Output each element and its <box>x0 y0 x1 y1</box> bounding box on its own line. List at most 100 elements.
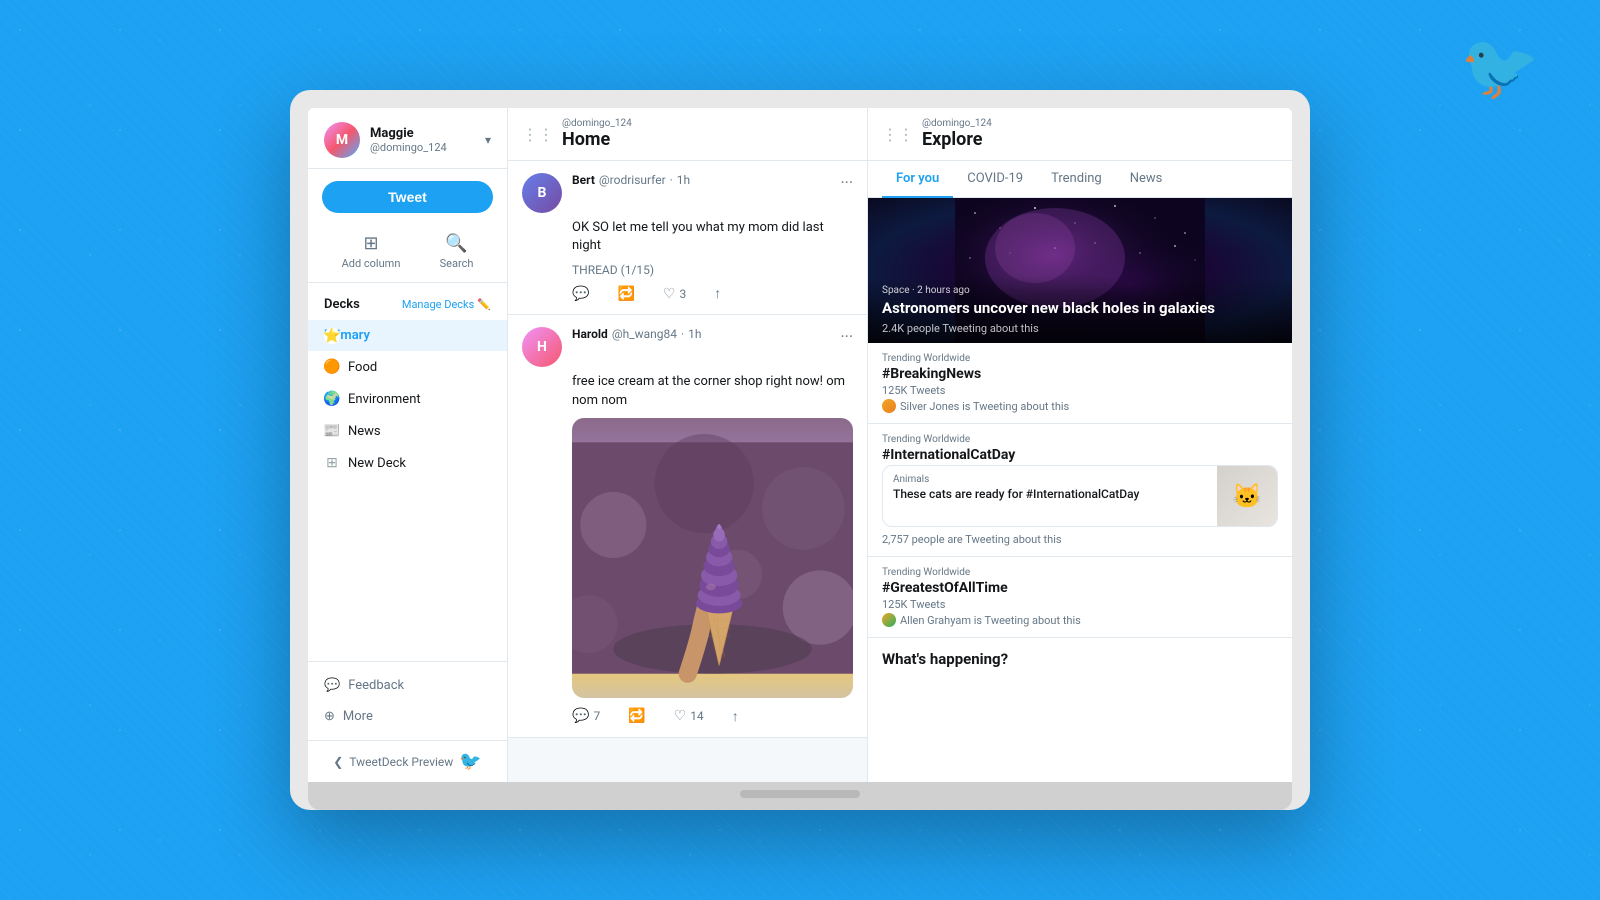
tweet-actions: 💬 🔁 ♡ 3 ↑ <box>522 285 853 302</box>
tab-news[interactable]: News <box>1116 161 1177 198</box>
tweet-author-line: Harold @h_wang84 · 1h <box>572 327 830 341</box>
trending-tag: #GreatestOfAllTime <box>882 580 1278 596</box>
deck-environment-label: Environment <box>348 392 421 407</box>
explore-hero[interactable]: Space · 2 hours ago Astronomers uncover … <box>868 198 1292 343</box>
like-count: 3 <box>679 287 686 301</box>
hero-title: Astronomers uncover new black holes in g… <box>882 299 1278 319</box>
tweet-header: H Harold @h_wang84 · 1h ··· <box>522 327 853 367</box>
cat-card: Animals These cats are ready for #Intern… <box>882 465 1278 527</box>
tweet-avatar-bert: B <box>522 173 562 213</box>
attr-avatar <box>882 399 896 413</box>
deck-food[interactable]: 🟠 Food <box>308 351 507 383</box>
deck-news-label: News <box>348 424 381 439</box>
feedback-label: Feedback <box>348 678 404 693</box>
trending-label: Trending Worldwide <box>882 567 1278 578</box>
decks-title: Decks <box>324 297 360 312</box>
retweet-action[interactable]: 🔁 <box>617 286 634 302</box>
tweet-time: · <box>670 173 673 187</box>
deck-environment[interactable]: 🌍 Environment <box>308 383 507 415</box>
explore-tabs: For you COVID-19 Trending News <box>868 161 1292 198</box>
reply-icon: 💬 <box>572 286 589 302</box>
preview-label: TweetDeck Preview <box>349 755 453 769</box>
explore-body: Space · 2 hours ago Astronomers uncover … <box>868 198 1292 782</box>
tab-covid[interactable]: COVID-19 <box>953 161 1037 198</box>
sidebar-footer: 💬 Feedback ⊕ More <box>308 661 507 740</box>
hero-background: Space · 2 hours ago Astronomers uncover … <box>868 198 1292 343</box>
deck-primary[interactable]: ⭐ Primary <box>308 320 507 351</box>
tweet-text: free ice cream at the corner shop right … <box>522 373 853 409</box>
reply-action[interactable]: 💬 7 <box>572 708 600 724</box>
deck-news[interactable]: 📰 News <box>308 415 507 447</box>
trending-cat-day[interactable]: Trending Worldwide #InternationalCatDay … <box>868 424 1292 557</box>
share-action[interactable]: ↑ <box>714 285 721 302</box>
hero-category: Space · 2 hours ago <box>882 285 1278 296</box>
like-icon: ♡ <box>674 708 687 724</box>
tab-trending[interactable]: Trending <box>1037 161 1116 198</box>
cat-stats: 2,757 people are Tweeting about this <box>882 533 1278 546</box>
home-column-body: B Bert @rodrisurfer · 1h ··· <box>508 161 867 782</box>
tweet-card: H Harold @h_wang84 · 1h ··· <box>508 315 867 737</box>
explore-column-header: ⋮⋮ @domingo_124 Explore <box>868 108 1292 161</box>
tweet-time-value: 1h <box>688 327 701 341</box>
hero-overlay: Space · 2 hours ago Astronomers uncover … <box>868 275 1292 344</box>
attr-avatar <box>882 613 896 627</box>
deck-food-label: Food <box>348 360 377 375</box>
deck-food-icon: 🟠 <box>324 359 340 375</box>
manage-decks-link[interactable]: Manage Decks ✏️ <box>402 298 491 311</box>
tweet-avatar-harold: H <box>522 327 562 367</box>
retweet-action[interactable]: 🔁 <box>628 708 645 724</box>
cat-card-text: These cats are ready for #InternationalC… <box>893 487 1207 503</box>
explore-drag-handle[interactable]: ⋮⋮ <box>882 125 914 144</box>
add-column-label: Add column <box>342 257 401 270</box>
explore-source: @domingo_124 <box>922 118 1278 129</box>
cat-card-content: Animals These cats are ready for #Intern… <box>883 466 1217 526</box>
trending-greatest[interactable]: Trending Worldwide #GreatestOfAllTime 12… <box>868 557 1292 638</box>
like-action[interactable]: ♡ 3 <box>663 286 686 302</box>
tweet-handle: @h_wang84 <box>612 327 677 341</box>
trending-label: Trending Worldwide <box>882 353 1278 364</box>
explore-title: Explore <box>922 129 1278 150</box>
tweetdeck-app: M Maggie @domingo_124 ▾ Tweet ⊞ Add colu… <box>308 108 1292 782</box>
share-action[interactable]: ↑ <box>732 708 739 725</box>
avatar-image: M <box>324 122 360 158</box>
more-item[interactable]: ⊕ More <box>308 701 507 732</box>
like-icon: ♡ <box>663 286 676 302</box>
deck-new-icon: ⊞ <box>324 455 340 471</box>
tweetdeck-preview-bar[interactable]: ❮ TweetDeck Preview 🐦 <box>308 740 507 782</box>
column-drag-handle[interactable]: ⋮⋮ <box>522 125 554 144</box>
tweet-actions: 💬 7 🔁 ♡ 14 <box>522 708 853 725</box>
laptop-base <box>308 782 1292 810</box>
tab-for-you[interactable]: For you <box>882 161 953 198</box>
tweet-more-button[interactable]: ··· <box>840 173 853 192</box>
tweet-header: B Bert @rodrisurfer · 1h ··· <box>522 173 853 213</box>
laptop-frame: M Maggie @domingo_124 ▾ Tweet ⊞ Add colu… <box>290 90 1310 810</box>
tweet-meta: Bert @rodrisurfer · 1h <box>572 173 830 187</box>
tweet-button[interactable]: Tweet <box>322 181 493 213</box>
avatar[interactable]: M <box>324 122 360 158</box>
tweet-image <box>572 418 853 698</box>
tweet-more-button[interactable]: ··· <box>840 327 853 346</box>
tweet-time: · <box>681 327 684 341</box>
like-action[interactable]: ♡ 14 <box>674 708 704 724</box>
reply-action[interactable]: 💬 <box>572 286 589 302</box>
reply-icon: 💬 <box>572 708 589 724</box>
search-action[interactable]: 🔍 Search <box>440 233 474 270</box>
deck-new-label: New Deck <box>348 456 406 471</box>
tweet-handle: @rodrisurfer <box>599 173 666 187</box>
feedback-item[interactable]: 💬 Feedback <box>308 670 507 701</box>
deck-new[interactable]: ⊞ New Deck <box>308 447 507 479</box>
twitter-logo-background: 🐦 <box>1460 30 1540 105</box>
account-switcher-chevron[interactable]: ▾ <box>485 133 491 147</box>
tweet-text: OK SO let me tell you what my mom did la… <box>522 219 853 255</box>
column-title: Home <box>562 129 853 150</box>
collapse-icon: ❮ <box>333 755 343 769</box>
trending-count: 125K Tweets <box>882 598 1278 611</box>
sidebar-actions: ⊞ Add column 🔍 Search <box>308 225 507 283</box>
add-column-action[interactable]: ⊞ Add column <box>342 233 401 270</box>
explore-column: ⋮⋮ @domingo_124 Explore For you COVID-19… <box>868 108 1292 782</box>
trending-attr: Silver Jones is Tweeting about this <box>882 399 1278 413</box>
trending-breaking-news[interactable]: Trending Worldwide #BreakingNews 125K Tw… <box>868 343 1292 424</box>
search-icon: 🔍 <box>445 233 467 254</box>
whats-happening: What's happening? <box>868 638 1292 680</box>
user-handle: @domingo_124 <box>370 141 475 154</box>
